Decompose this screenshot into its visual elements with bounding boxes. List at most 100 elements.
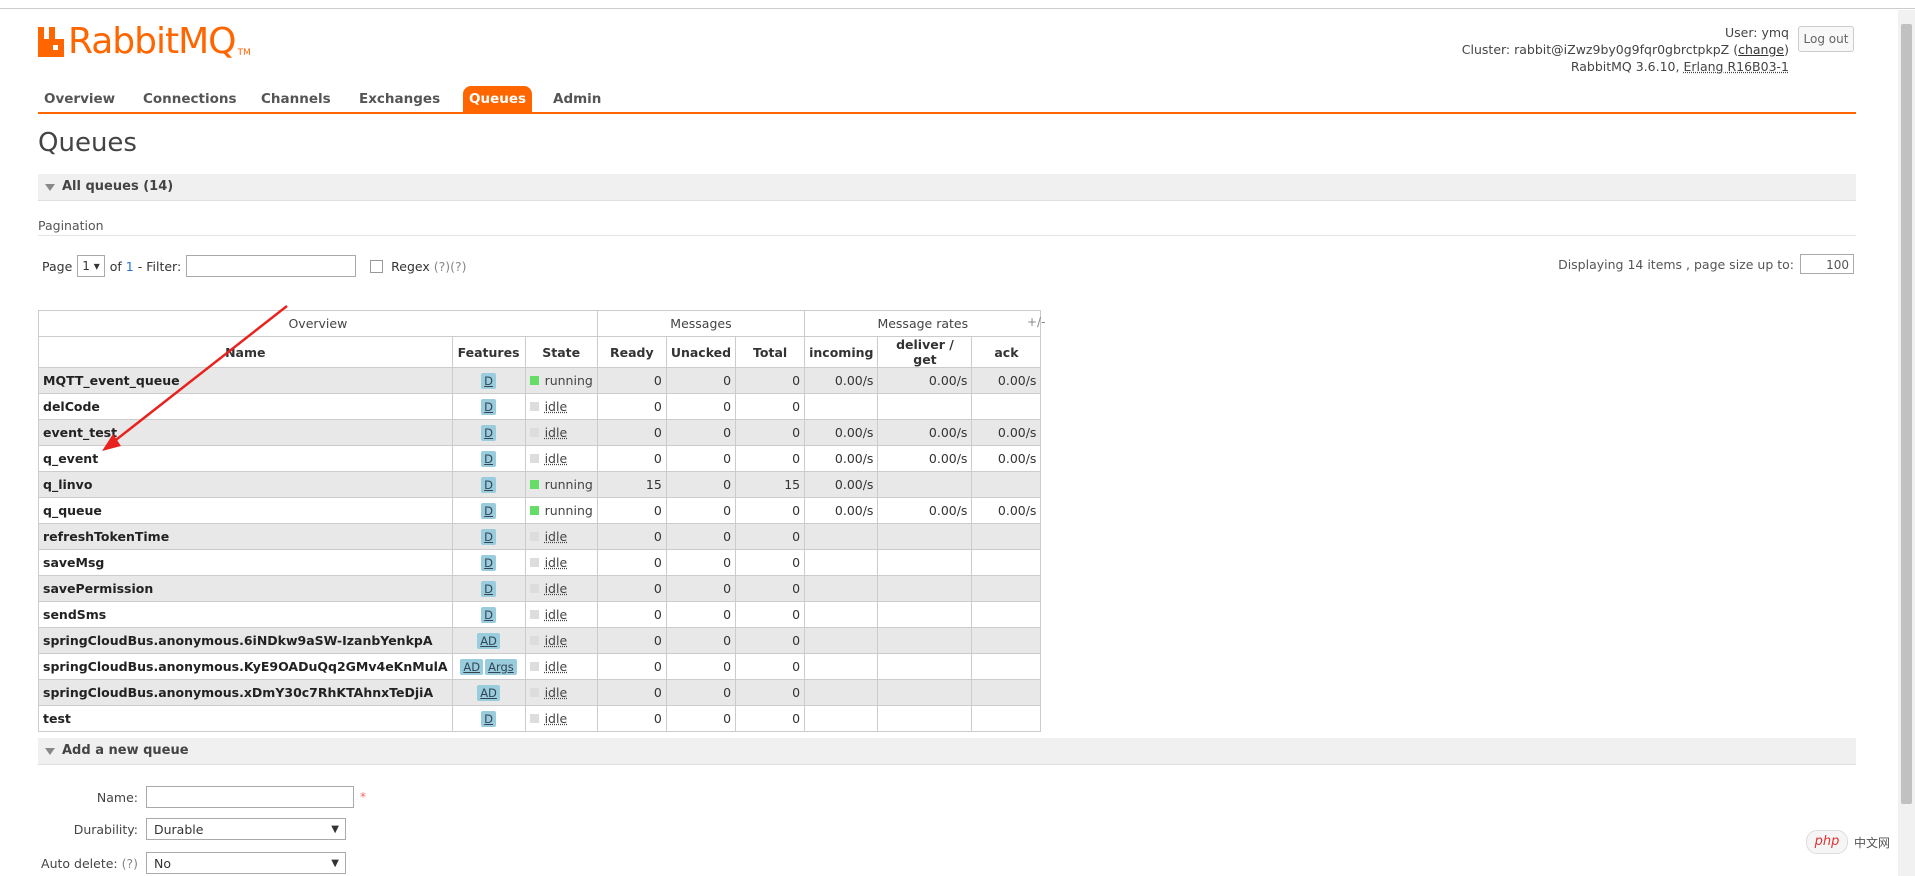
queue-name-row: Name: * (38, 785, 366, 809)
queue-name-input[interactable] (146, 786, 354, 808)
erlang-version[interactable]: Erlang R16B03-1 (1683, 59, 1789, 74)
col-header-incoming[interactable]: incoming (804, 336, 879, 368)
queue-name-link[interactable]: event_test (38, 419, 453, 446)
queue-name-link[interactable]: saveMsg (38, 549, 453, 576)
auto-delete-value: No (154, 856, 171, 871)
regex-help-link-2[interactable]: (?) (450, 259, 466, 274)
queue-name-link[interactable]: delCode (38, 393, 453, 420)
deliver-get-rate (877, 679, 973, 706)
feature-badge[interactable]: D (481, 580, 496, 597)
col-header-features[interactable]: Features (451, 336, 526, 368)
table-row[interactable]: q_queue Drunning 0 0 0 0.00/s 0.00/s 0.00/s (38, 497, 1042, 524)
regex-checkbox[interactable] (370, 259, 384, 273)
all-queues-section-toggle[interactable]: All queues (14) (38, 174, 1856, 201)
queues-table-body: MQTT_event_queue Drunning 0 0 0 0.00/s 0.00/s 0… (38, 367, 1042, 732)
table-row[interactable]: refreshTokenTime Didle 0 0 0 (38, 523, 1042, 550)
col-header-deliver-get[interactable]: deliver / get (877, 336, 973, 368)
page-title: Queues (38, 128, 137, 158)
feature-badge[interactable]: AD (460, 658, 484, 675)
table-row[interactable]: test Didle 0 0 0 (38, 705, 1042, 732)
table-row[interactable]: sendSms Didle 0 0 0 (38, 601, 1042, 628)
tab-overview[interactable]: Overview (38, 86, 121, 112)
feature-badge[interactable]: D (481, 476, 496, 493)
queue-name-link[interactable]: q_event (38, 445, 453, 472)
queue-name-link[interactable]: q_queue (38, 497, 453, 524)
logo-text: RabbitMQ (68, 21, 236, 62)
auto-delete-help-link[interactable]: (?) (122, 856, 138, 871)
vertical-scrollbar[interactable] (1898, 10, 1915, 876)
page-select[interactable]: 1 ▾ (77, 255, 105, 277)
tab-exchanges[interactable]: Exchanges (353, 86, 446, 112)
queue-name-link[interactable]: springCloudBus.anonymous.xDmY30c7RhKTAhn… (38, 679, 453, 706)
table-row[interactable]: springCloudBus.anonymous.6iNDkw9aSW-Izan… (38, 627, 1042, 654)
table-row[interactable]: q_linvo Drunning 15 0 15 0.00/s (38, 471, 1042, 498)
feature-badge[interactable]: D (481, 710, 496, 727)
queue-name-link[interactable]: springCloudBus.anonymous.KyE9OADuQq2GMv4… (38, 653, 453, 680)
rabbitmq-logo[interactable]: RabbitMQ TM (38, 22, 251, 62)
col-header-state[interactable]: State (524, 336, 598, 368)
col-header-ready[interactable]: Ready (596, 336, 667, 368)
logout-button[interactable]: Log out (1798, 26, 1854, 52)
incoming-rate (804, 627, 879, 654)
feature-badge[interactable]: D (481, 502, 496, 519)
durability-select[interactable]: Durable ▼ (146, 818, 346, 840)
ack-rate: 0.00/s (971, 419, 1042, 446)
state-indicator-icon (529, 506, 539, 515)
scrollbar-thumb[interactable] (1901, 24, 1912, 804)
feature-badge[interactable]: AD (477, 632, 500, 649)
feature-badge[interactable]: Args (485, 658, 517, 675)
feature-badge[interactable]: D (481, 424, 496, 441)
col-header-ack[interactable]: ack (971, 336, 1042, 368)
state-indicator-icon (529, 480, 539, 489)
table-row[interactable]: savePermission Didle 0 0 0 (38, 575, 1042, 602)
table-row[interactable]: q_event Didle 0 0 0 0.00/s 0.00/s 0.00/s (38, 445, 1042, 472)
col-header-total[interactable]: Total (735, 336, 806, 368)
table-row[interactable]: MQTT_event_queue Drunning 0 0 0 0.00/s 0.00/s 0… (38, 367, 1042, 394)
feature-badge[interactable]: AD (477, 684, 500, 701)
state-cell: running (524, 471, 598, 498)
unacked-count: 0 (665, 627, 737, 654)
queue-name-link[interactable]: q_linvo (38, 471, 453, 498)
feature-badge[interactable]: D (481, 528, 496, 545)
feature-badge[interactable]: D (481, 554, 496, 571)
table-row[interactable]: springCloudBus.anonymous.KyE9OADuQq2GMv4… (38, 653, 1042, 680)
window-top-border (0, 8, 1915, 9)
ready-count: 0 (596, 601, 667, 628)
regex-help-link-1[interactable]: (?) (434, 259, 450, 274)
table-row[interactable]: springCloudBus.anonymous.xDmY30c7RhKTAhn… (38, 679, 1042, 706)
queue-name-link[interactable]: test (38, 705, 453, 732)
column-toggle-link[interactable]: +/- (1027, 315, 1045, 329)
deliver-get-rate: 0.00/s (877, 445, 973, 472)
tab-queues[interactable]: Queues (463, 86, 533, 112)
table-row[interactable]: saveMsg Didle 0 0 0 (38, 549, 1042, 576)
table-row[interactable]: event_test Didle 0 0 0 0.00/s 0.00/s 0.00/s (38, 419, 1042, 446)
all-queues-header: All queues (14) (62, 179, 174, 194)
queue-name-link[interactable]: sendSms (38, 601, 453, 628)
tab-connections[interactable]: Connections (137, 86, 243, 112)
filter-input[interactable] (186, 255, 357, 277)
queue-name-link[interactable]: refreshTokenTime (38, 523, 453, 550)
tab-channels[interactable]: Channels (255, 86, 337, 112)
add-queue-section-toggle[interactable]: Add a new queue (38, 738, 1856, 765)
filter-label: - Filter: (137, 258, 182, 274)
page-size-input[interactable]: 100 (1800, 254, 1854, 274)
tab-admin[interactable]: Admin (547, 86, 607, 112)
change-cluster-link[interactable]: change (1738, 42, 1784, 57)
col-header-name[interactable]: Name (38, 336, 453, 368)
total-count: 0 (735, 575, 806, 602)
feature-badge[interactable]: D (481, 372, 496, 389)
deliver-get-rate (877, 523, 973, 550)
cluster-label: Cluster: (1461, 42, 1511, 57)
table-row[interactable]: delCode Didle 0 0 0 (38, 393, 1042, 420)
feature-badge[interactable]: D (481, 450, 496, 467)
queue-name-link[interactable]: springCloudBus.anonymous.6iNDkw9aSW-Izan… (38, 627, 453, 654)
col-header-unacked[interactable]: Unacked (665, 336, 737, 368)
queue-name-link[interactable]: savePermission (38, 575, 453, 602)
deliver-get-rate (877, 627, 973, 654)
auto-delete-select[interactable]: No ▼ (146, 852, 346, 874)
queue-name-link[interactable]: MQTT_event_queue (38, 367, 453, 394)
feature-badge[interactable]: D (481, 398, 496, 415)
auto-delete-row: Auto delete: (?) No ▼ (38, 851, 346, 875)
state-label: idle (544, 425, 568, 440)
feature-badge[interactable]: D (481, 606, 496, 623)
